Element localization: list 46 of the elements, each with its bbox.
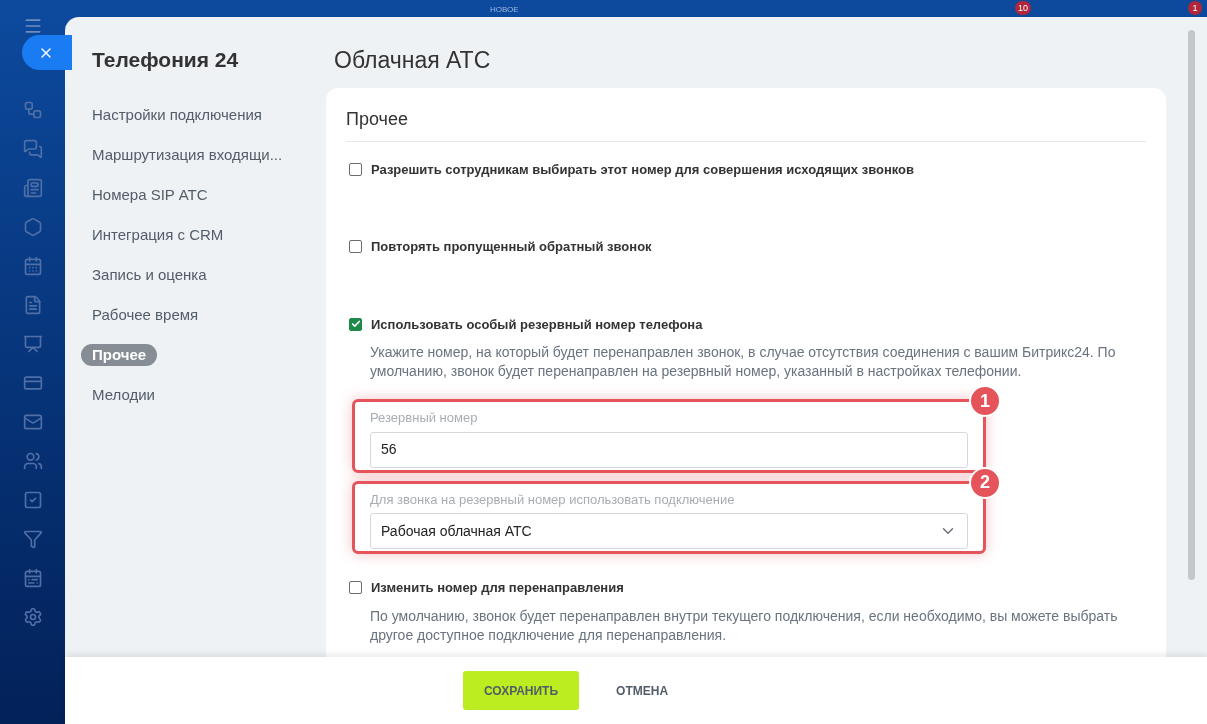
nav-item[interactable]: Запись и оценка <box>81 263 218 286</box>
option-label: Использовать особый резервный номер телефона <box>371 315 703 334</box>
field-label: Резервный номер <box>370 409 479 427</box>
section-title: Прочее <box>346 105 1146 142</box>
checkbox[interactable] <box>349 162 362 176</box>
nav-item[interactable]: Интеграция с CRM <box>81 223 235 246</box>
settings-icon[interactable] <box>22 607 43 627</box>
task-icon[interactable] <box>22 490 43 510</box>
save-button[interactable]: СОХРАНИТЬ <box>462 671 580 710</box>
option-label: Разрешить сотрудникам выбирать этот номер для совершения исходящих звонков <box>371 160 915 179</box>
mail-icon[interactable] <box>22 412 43 432</box>
page-title: Облачная АТС <box>334 46 492 75</box>
nav-item[interactable]: Мелодии <box>81 383 166 406</box>
option-label: Повторять пропущенный обратный звонок <box>371 238 652 256</box>
select-field[interactable]: Рабочая облачная АТС <box>370 513 968 549</box>
hexagon-icon[interactable] <box>22 217 43 237</box>
checkbox[interactable] <box>349 240 362 254</box>
card-icon[interactable] <box>22 373 43 393</box>
field-label: Для звонка на резервный номер использовать подключение <box>370 490 736 509</box>
checkbox[interactable] <box>349 581 362 595</box>
top-label: НОВОЕ <box>490 4 519 16</box>
nav-item[interactable]: Настройки подключения <box>81 103 273 126</box>
nav-item[interactable]: Маршрутизация входящи... <box>81 143 294 166</box>
nav-item[interactable]: Номера SIP АТС <box>81 183 219 206</box>
number-marker: 1 <box>969 385 1001 417</box>
option-description: По умолчанию, звонок будет перенаправлен внутри текущего подключения, если необходимо, вы можете выбрать другое доступное подключение для перенаправления. <box>370 606 1119 645</box>
number-marker: 2 <box>969 466 1001 499</box>
input-field[interactable]: 56 <box>370 431 968 468</box>
news-icon[interactable] <box>22 178 43 198</box>
flow-icon[interactable] <box>22 100 43 120</box>
option-description: Укажите номер, на который будет перенаправлен звонок, в случае отсутствия соединения с вашим Битрикс24. По умолчанию, звонок будет перенаправлен на резервный номер, указанный в настройках телефонии. <box>370 343 1117 381</box>
chat-icon[interactable] <box>22 139 43 159</box>
cancel-button[interactable]: ОТМЕНА <box>595 671 690 710</box>
filter-icon[interactable] <box>22 529 43 549</box>
nav-item[interactable]: Рабочее время <box>81 303 210 326</box>
presentation-icon[interactable] <box>22 334 43 354</box>
notification-badge: 10 <box>1015 1 1031 15</box>
schedule-icon[interactable] <box>22 568 43 588</box>
notification-badge: 1 <box>1188 1 1202 15</box>
close-button[interactable] <box>22 35 72 70</box>
panel-title: Телефония 24 <box>92 47 240 73</box>
option-label: Изменить номер для перенаправления <box>371 579 624 597</box>
nav-item[interactable]: Прочее <box>81 343 158 366</box>
calendar-icon[interactable] <box>22 256 43 276</box>
users-icon[interactable] <box>22 451 43 471</box>
checkbox[interactable] <box>349 317 362 331</box>
